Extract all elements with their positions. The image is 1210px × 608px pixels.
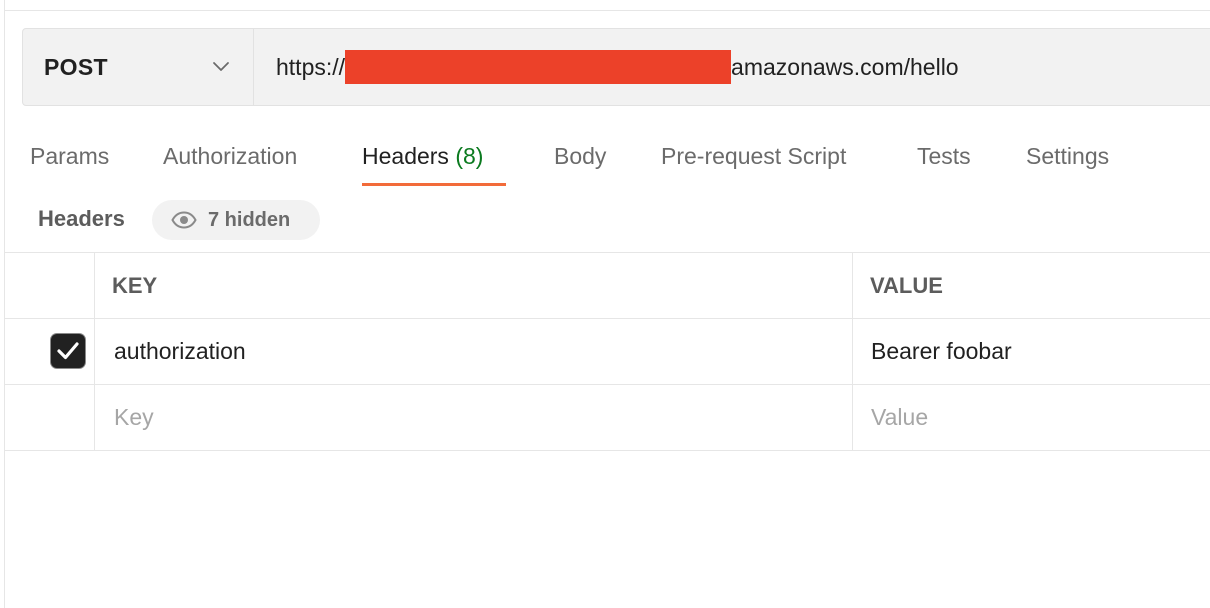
header-key-text: authorization: [114, 338, 246, 364]
value-column-header: VALUE: [870, 272, 943, 298]
hidden-count-label: 7 hidden: [208, 208, 291, 231]
header-key-input[interactable]: authorization: [95, 319, 853, 384]
tab-label: Authorization: [163, 143, 298, 169]
tab-count-badge: (8): [455, 143, 484, 169]
top-strip: [5, 0, 1210, 11]
tab-label: Settings: [1026, 143, 1110, 169]
active-tab-indicator: [362, 183, 506, 186]
url-suffix: amazonaws.com/hello: [731, 53, 959, 80]
new-value-input[interactable]: Value: [853, 385, 1210, 450]
method-label: POST: [44, 53, 108, 80]
header-value-input[interactable]: Bearer foobar: [853, 319, 1210, 384]
row-enabled-checkbox[interactable]: [51, 334, 85, 368]
checkbox-column-header: [5, 253, 95, 318]
tab-tests[interactable]: Tests: [917, 134, 971, 188]
check-icon: [57, 342, 79, 360]
tab-label: Params: [30, 143, 110, 169]
url-redaction: [345, 50, 732, 84]
table-header-row: KEY VALUE: [5, 252, 1210, 319]
tab-label: Pre-request Script: [661, 143, 847, 169]
tab-label: Tests: [917, 143, 971, 169]
table-row-new: Key Value: [5, 385, 1210, 451]
tab-headers[interactable]: Headers (8): [362, 134, 483, 188]
postman-request-editor: POST https:// amazonaws.com/hello Params…: [0, 0, 1210, 608]
key-column-header: KEY: [95, 253, 853, 318]
tab-authorization[interactable]: Authorization: [163, 134, 297, 188]
tab-pre-request-script[interactable]: Pre-request Script: [661, 134, 846, 188]
value-placeholder: Value: [871, 404, 929, 430]
header-value-text: Bearer foobar: [871, 338, 1012, 364]
hidden-headers-toggle[interactable]: 7 hidden: [152, 200, 320, 240]
tab-label: Headers: [362, 143, 449, 169]
row-checkbox-cell: [5, 385, 95, 450]
tab-settings[interactable]: Settings: [1026, 134, 1109, 188]
method-select[interactable]: POST: [23, 29, 253, 105]
chevron-down-icon: [213, 62, 229, 71]
row-checkbox-cell: [5, 319, 95, 384]
eye-icon: [171, 211, 197, 229]
url-prefix: https://: [276, 53, 346, 80]
new-key-input[interactable]: Key: [95, 385, 853, 450]
tab-label: Body: [554, 143, 607, 169]
tab-body[interactable]: Body: [554, 134, 606, 188]
key-placeholder: Key: [114, 404, 154, 430]
tab-params[interactable]: Params: [30, 134, 109, 188]
request-bar: POST https:// amazonaws.com/hello: [22, 28, 1210, 106]
headers-section-title: Headers: [38, 206, 125, 231]
url-input[interactable]: https:// amazonaws.com/hello: [254, 29, 1210, 105]
table-row: authorization Bearer foobar: [5, 319, 1210, 385]
